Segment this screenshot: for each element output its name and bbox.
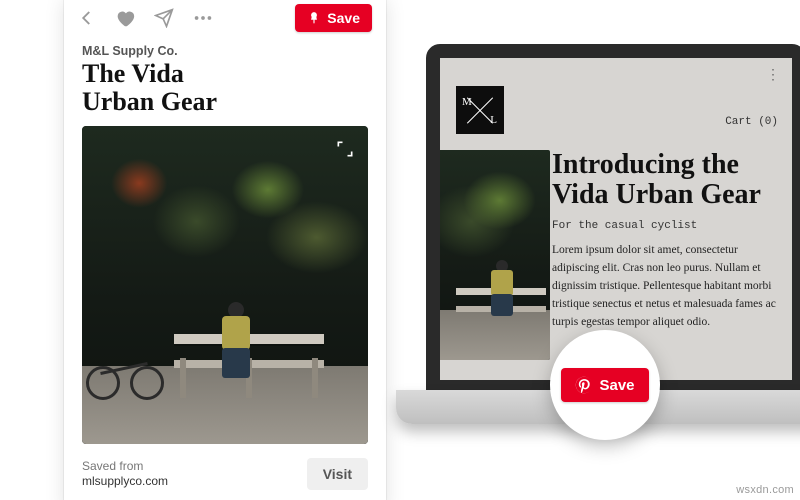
visit-button[interactable]: Visit xyxy=(307,458,368,490)
pin-icon xyxy=(307,11,321,25)
brand-logo[interactable]: M L xyxy=(456,86,504,134)
pin-footer: Saved from mlsupplyco.com Visit xyxy=(64,444,386,490)
pin-title-line1: The Vida xyxy=(82,59,184,88)
expand-icon[interactable] xyxy=(332,136,358,162)
save-callout: Save xyxy=(550,330,660,440)
stage: Save M&L Supply Co. The Vida Urban Gear … xyxy=(0,0,800,500)
saved-from: Saved from mlsupplyco.com xyxy=(82,459,168,490)
cart-link[interactable]: Cart (0) xyxy=(725,116,778,128)
back-icon[interactable] xyxy=(78,9,96,27)
pin-topbar-icons xyxy=(78,7,214,29)
watermark: wsxdn.com xyxy=(736,484,794,496)
save-button[interactable]: Save xyxy=(295,4,372,32)
website-subhead: For the casual cyclist xyxy=(552,220,782,232)
website-body: Lorem ipsum dolor sit amet, consectetur … xyxy=(552,242,782,331)
pin-title: The Vida Urban Gear xyxy=(82,60,368,116)
pinterest-icon xyxy=(575,376,593,394)
more-icon[interactable] xyxy=(192,7,214,29)
saved-from-domain[interactable]: mlsupplyco.com xyxy=(82,474,168,490)
website-headline: Introducing the Vida Urban Gear xyxy=(552,150,782,210)
pin-image[interactable] xyxy=(82,126,368,444)
pin-topbar: Save xyxy=(64,0,386,38)
browser-save-label: Save xyxy=(599,377,634,394)
browser-save-button[interactable]: Save xyxy=(561,368,648,402)
save-button-label: Save xyxy=(327,10,360,26)
browser-menu-icon[interactable]: ⋮ xyxy=(766,66,782,83)
website-hero-image xyxy=(438,150,550,360)
pin-card: Save M&L Supply Co. The Vida Urban Gear … xyxy=(64,0,386,500)
brand-letter-m: M xyxy=(462,96,473,108)
pin-meta: M&L Supply Co. The Vida Urban Gear xyxy=(64,38,386,126)
website-copy: Introducing the Vida Urban Gear For the … xyxy=(552,150,782,332)
pin-title-line2: Urban Gear xyxy=(82,87,217,116)
brand-letter-l: L xyxy=(490,114,498,126)
saved-from-label: Saved from xyxy=(82,459,143,473)
send-icon[interactable] xyxy=(154,8,174,28)
heart-icon[interactable] xyxy=(114,7,136,29)
pin-source: M&L Supply Co. xyxy=(82,44,368,58)
